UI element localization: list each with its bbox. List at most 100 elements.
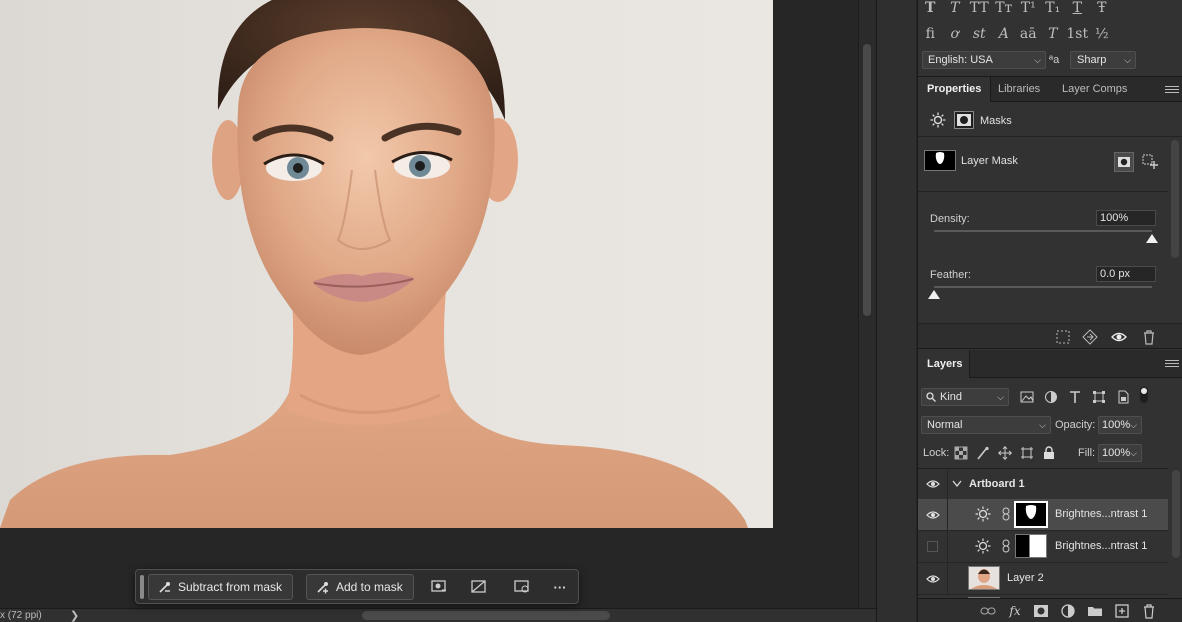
lock-transparent-pixels-icon[interactable] xyxy=(954,446,968,460)
document-canvas[interactable] xyxy=(0,0,858,608)
lock-all-icon[interactable] xyxy=(1042,446,1056,460)
layer-mask-thumbnail[interactable] xyxy=(1014,501,1048,528)
visibility-toggle[interactable] xyxy=(918,469,948,500)
layers-scrollbar[interactable] xyxy=(1172,470,1180,558)
feather-input[interactable]: 0.0 px xyxy=(1096,266,1156,282)
filter-shape-icon[interactable] xyxy=(1092,390,1106,404)
fill-input[interactable]: 100% ⌵ xyxy=(1098,444,1142,462)
anti-alias-select[interactable]: Sharp ⌵ xyxy=(1070,51,1136,69)
link-layers-icon[interactable] xyxy=(980,603,996,619)
faux-italic-button[interactable]: T xyxy=(943,0,968,20)
subscript-button[interactable]: T₁ xyxy=(1041,0,1066,20)
chevron-down-icon: ⌵ xyxy=(1124,55,1131,65)
blend-mode-select[interactable]: Normal ⌵ xyxy=(921,416,1051,434)
delete-layer-icon[interactable] xyxy=(1141,603,1157,619)
layer-row-brightness-contrast-hidden[interactable]: Brightnes...ntrast 1 xyxy=(918,531,1168,563)
layer-mask-row[interactable]: Layer Mask xyxy=(918,138,1168,192)
layer-mask-thumbnail[interactable] xyxy=(1015,534,1047,558)
filter-kind-select[interactable]: Kind ⌵ xyxy=(921,388,1009,406)
ordinal-1st-button[interactable]: 1st xyxy=(1065,22,1090,46)
ordinals-button[interactable]: T xyxy=(1041,22,1066,46)
strikethrough-button[interactable]: Ŧ xyxy=(1090,0,1115,20)
visibility-toggle[interactable] xyxy=(918,499,948,530)
eye-icon xyxy=(926,575,940,583)
swash-button[interactable]: st xyxy=(967,22,992,46)
small-caps-button[interactable]: Tт xyxy=(992,0,1017,20)
disable-mask-icon[interactable] xyxy=(470,578,488,596)
layer-mask-thumbnail[interactable] xyxy=(924,150,956,171)
opacity-input[interactable]: 100% ⌵ xyxy=(1098,416,1142,434)
tab-layers[interactable]: Layers xyxy=(918,350,970,378)
new-adjustment-layer-icon[interactable] xyxy=(1060,603,1076,619)
select-layer-mask-icon[interactable] xyxy=(1114,152,1134,172)
load-selection-icon[interactable] xyxy=(1055,329,1071,345)
link-chain-icon[interactable] xyxy=(1002,507,1010,521)
language-select[interactable]: English: USA ⌵ xyxy=(922,51,1046,69)
delete-mask-icon[interactable] xyxy=(1141,329,1157,345)
filter-smart-object-icon[interactable] xyxy=(1116,390,1130,404)
vertical-scroll-thumb[interactable] xyxy=(863,44,871,316)
ligatures-button[interactable]: fi xyxy=(918,22,943,46)
stylistic-alternates-button[interactable]: A xyxy=(992,22,1017,46)
lock-artboard-icon[interactable] xyxy=(1020,446,1034,460)
tab-libraries[interactable]: Libraries xyxy=(989,77,1049,102)
status-expand-arrow-icon[interactable]: ❯ xyxy=(70,609,79,622)
lock-image-pixels-icon[interactable] xyxy=(976,446,990,460)
lock-position-icon[interactable] xyxy=(998,446,1012,460)
visibility-toggle[interactable] xyxy=(918,531,948,562)
tab-properties[interactable]: Properties xyxy=(918,77,992,102)
superscript-button[interactable]: T¹ xyxy=(1016,0,1041,20)
layer-row-artboard[interactable]: Artboard 1 xyxy=(918,469,1168,501)
tab-layer-comps[interactable]: Layer Comps xyxy=(1053,77,1136,102)
titling-alternates-button[interactable]: aā xyxy=(1016,22,1041,46)
layer-thumbnail[interactable] xyxy=(968,566,1000,590)
more-options-icon[interactable]: ··· xyxy=(551,578,569,596)
properties-panel-menu-icon[interactable] xyxy=(1165,86,1179,96)
layer-name[interactable]: Layer 2 xyxy=(1007,572,1044,584)
invert-mask-icon[interactable] xyxy=(513,578,531,596)
filter-toggle-switch[interactable] xyxy=(1140,387,1148,403)
add-vector-mask-icon[interactable] xyxy=(1142,154,1158,170)
filter-pixel-icon[interactable] xyxy=(1020,390,1034,404)
taskbar-drag-handle[interactable] xyxy=(140,575,144,599)
artboard-image[interactable] xyxy=(0,0,773,528)
feather-slider-handle[interactable] xyxy=(928,290,940,299)
layer-name[interactable]: Artboard 1 xyxy=(969,478,1025,490)
add-mask-icon[interactable] xyxy=(1033,603,1049,619)
filter-adjustment-icon[interactable] xyxy=(1044,390,1058,404)
subtract-from-mask-button[interactable]: Subtract from mask xyxy=(148,574,294,600)
status-bar: x (72 ppi) ❯ xyxy=(0,608,876,622)
mask-options-icon[interactable] xyxy=(430,578,448,596)
horizontal-scroll-thumb[interactable] xyxy=(362,611,610,620)
layer-style-fx-icon[interactable]: fx xyxy=(1007,603,1023,619)
layer-row-brightness-contrast[interactable]: Brightnes...ntrast 1 xyxy=(918,499,1168,531)
toggle-mask-eye-icon[interactable] xyxy=(1111,329,1127,345)
all-caps-button[interactable]: TT xyxy=(967,0,992,20)
new-group-folder-icon[interactable] xyxy=(1087,603,1103,619)
layer-row-layer-2[interactable]: Layer 2 xyxy=(918,563,1168,595)
visibility-toggle[interactable] xyxy=(918,563,948,594)
layer-name[interactable]: Brightnes...ntrast 1 xyxy=(1055,540,1147,552)
filter-type-icon[interactable] xyxy=(1068,390,1082,404)
underline-button[interactable]: T xyxy=(1065,0,1090,20)
mask-icon[interactable] xyxy=(954,111,974,129)
layer-name[interactable]: Brightnes...ntrast 1 xyxy=(1055,508,1147,520)
feather-slider[interactable] xyxy=(934,286,1152,288)
adjustment-sun-icon[interactable] xyxy=(930,112,946,128)
fill-label: Fill: xyxy=(1078,447,1096,459)
opacity-label: Opacity: xyxy=(1055,419,1096,431)
properties-scrollbar[interactable] xyxy=(1171,140,1179,258)
vertical-scrollbar[interactable] xyxy=(858,0,876,608)
add-to-mask-button[interactable]: Add to mask xyxy=(306,574,414,600)
density-slider-handle[interactable] xyxy=(1146,234,1158,243)
link-chain-icon[interactable] xyxy=(1002,539,1010,553)
density-slider[interactable] xyxy=(934,230,1152,232)
density-input[interactable]: 100% xyxy=(1096,210,1156,226)
layers-panel-menu-icon[interactable] xyxy=(1165,360,1179,370)
chevron-down-icon[interactable] xyxy=(952,480,962,488)
new-layer-icon[interactable] xyxy=(1114,603,1130,619)
fractions-button[interactable]: ½ xyxy=(1090,22,1115,46)
discretionary-ligatures-button[interactable]: ơ xyxy=(943,22,968,46)
faux-bold-button[interactable]: T xyxy=(918,0,943,20)
apply-mask-icon[interactable] xyxy=(1082,329,1098,345)
